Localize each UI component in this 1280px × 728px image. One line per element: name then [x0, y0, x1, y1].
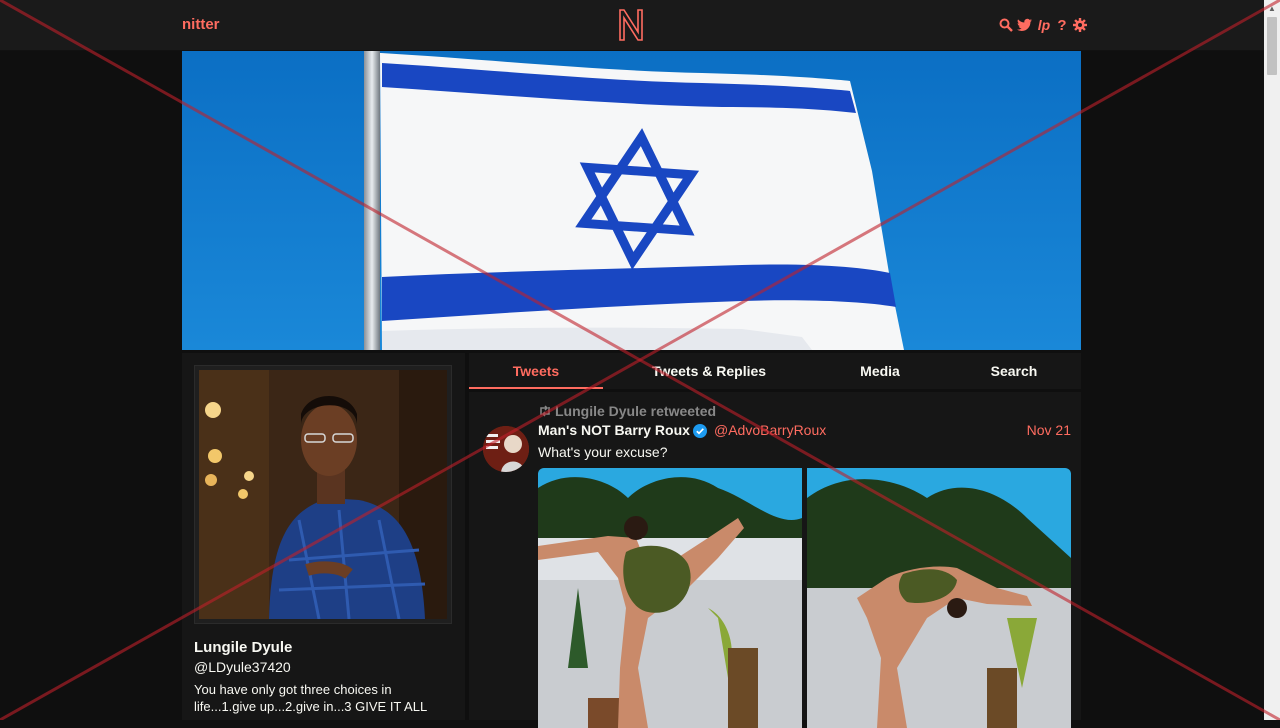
- nav-icon-group: lp ?: [998, 15, 1087, 35]
- page-scrollbar[interactable]: ▲: [1264, 0, 1280, 720]
- tweet-header: Man's NOT Barry Roux @AdvoBarryRoux Nov …: [538, 422, 1071, 442]
- scroll-thumb[interactable]: [1267, 17, 1277, 75]
- active-tab-indicator: [469, 387, 603, 389]
- tweet-attachments: [538, 468, 1071, 728]
- tweet-author-username[interactable]: @AdvoBarryRoux: [714, 422, 826, 438]
- yoga-photo-1: [538, 468, 802, 728]
- profile-banner[interactable]: [182, 51, 1081, 350]
- search-icon[interactable]: [998, 16, 1013, 34]
- tweet-avatar-image: [483, 426, 529, 472]
- profile-avatar[interactable]: [194, 365, 452, 624]
- profile-card: Lungile Dyule @LDyule37420 You have only…: [182, 353, 465, 720]
- tab-tweets[interactable]: Tweets: [469, 363, 603, 379]
- tab-bar: Tweets Tweets & Replies Media Search: [469, 353, 1081, 389]
- yoga-photo-2: [806, 468, 1071, 728]
- twitter-bird-icon[interactable]: [1017, 16, 1032, 34]
- profile-photo-image: [199, 370, 447, 619]
- scroll-up-arrow-icon[interactable]: ▲: [1264, 0, 1280, 16]
- flag-banner-image: [182, 51, 1081, 350]
- top-navbar: nitter lp ?: [0, 0, 1264, 51]
- profile-bio: You have only got three choices in life.…: [194, 682, 428, 714]
- help-icon[interactable]: ?: [1056, 16, 1068, 34]
- settings-gear-icon[interactable]: [1072, 16, 1087, 34]
- tweet-author-fullname[interactable]: Man's NOT Barry Roux: [538, 422, 690, 438]
- liberapay-icon[interactable]: lp: [1036, 16, 1052, 34]
- retweet-header: Lungile Dyule retweeted: [538, 403, 716, 419]
- tweet-item[interactable]: Lungile Dyule retweeted Man's NOT Barry …: [469, 392, 1081, 728]
- tweet-image-1[interactable]: [538, 468, 803, 728]
- tab-search[interactable]: Search: [959, 363, 1069, 379]
- verified-badge-icon: [693, 424, 707, 438]
- profile-fullname[interactable]: Lungile Dyule: [194, 639, 292, 656]
- retweet-icon: [540, 405, 550, 417]
- nitter-logo-icon[interactable]: [617, 8, 645, 42]
- tab-media[interactable]: Media: [829, 363, 931, 379]
- timeline: Tweets Tweets & Replies Media Search Lun…: [469, 353, 1081, 728]
- retweet-label: Lungile Dyule retweeted: [555, 403, 717, 419]
- profile-username[interactable]: @LDyule37420: [194, 659, 291, 675]
- tweet-avatar[interactable]: [483, 426, 529, 472]
- tab-tweets-replies[interactable]: Tweets & Replies: [629, 363, 789, 379]
- tweet-image-2[interactable]: [806, 468, 1072, 728]
- tweet-date[interactable]: Nov 21: [1027, 422, 1071, 438]
- tweet-text: What's your excuse?: [538, 444, 668, 460]
- brand-link[interactable]: nitter: [182, 16, 220, 33]
